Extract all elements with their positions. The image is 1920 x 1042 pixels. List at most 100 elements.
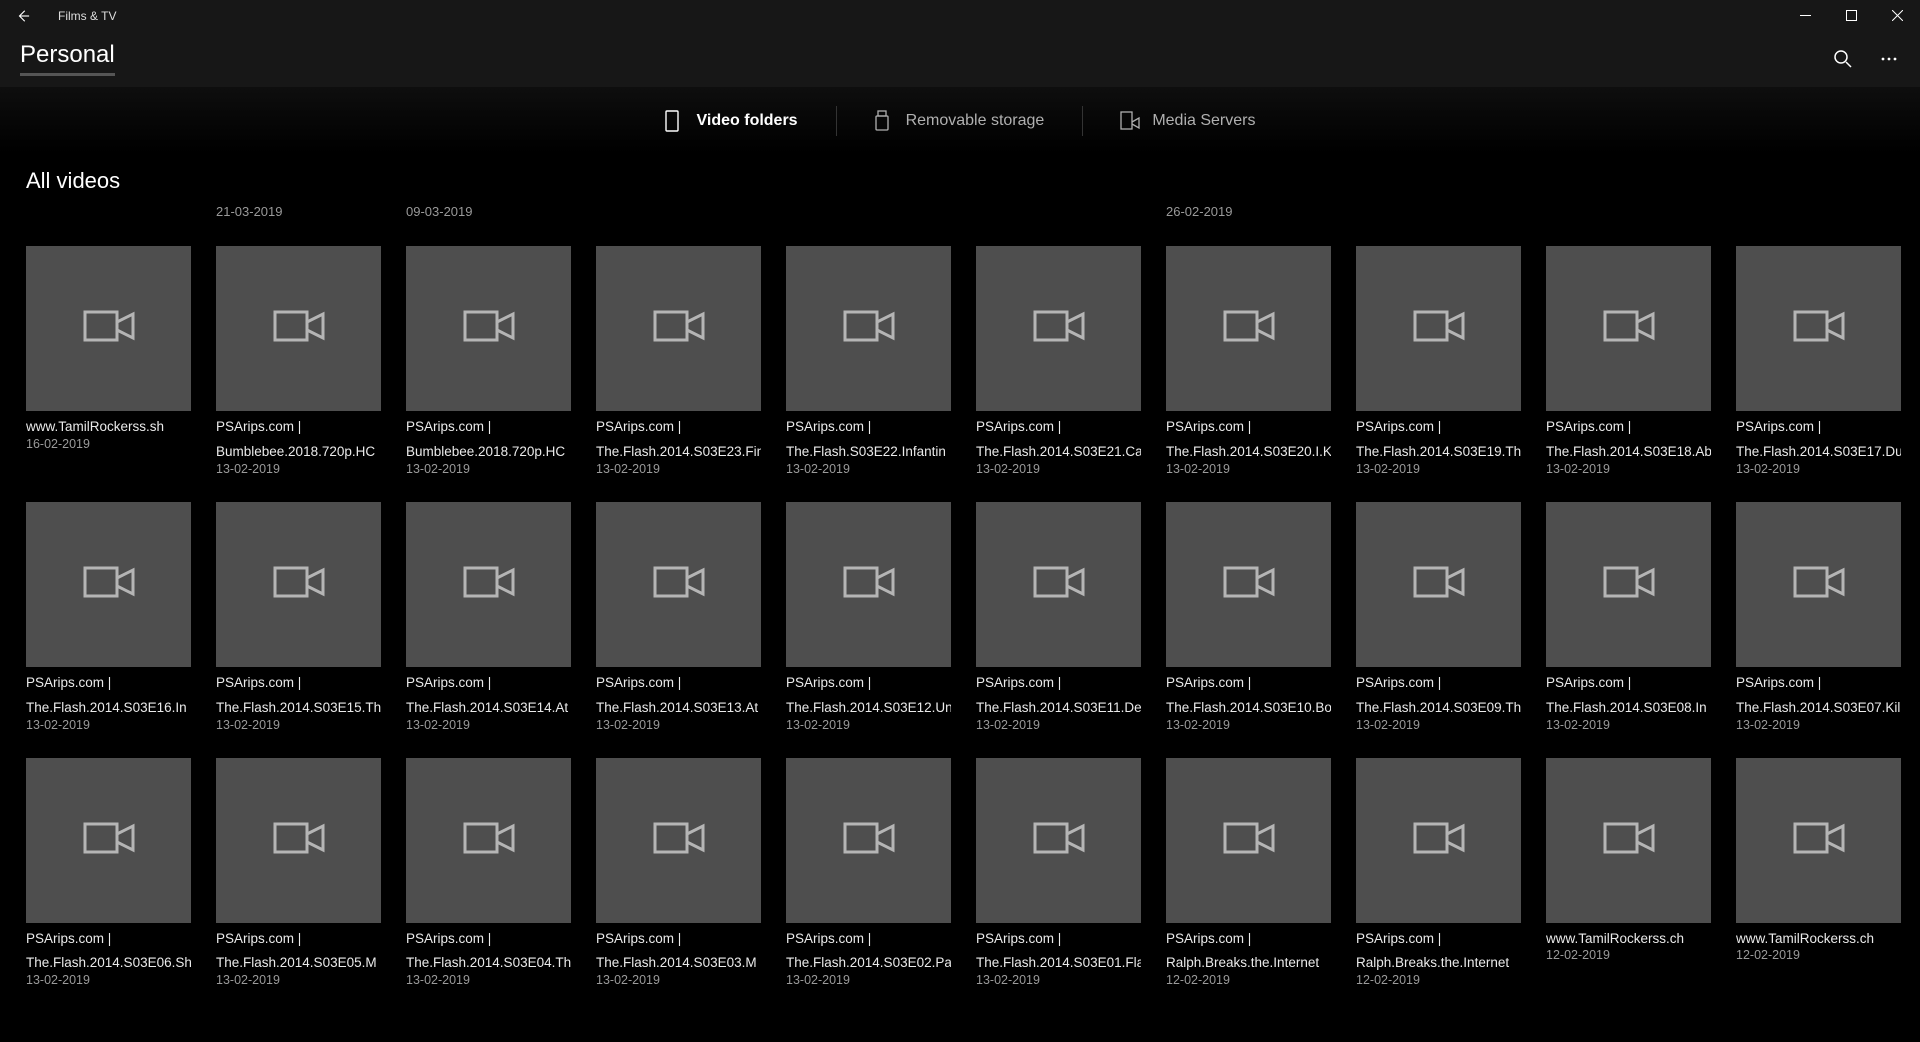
date-group-header[interactable]: 21-03-2019 xyxy=(216,202,381,220)
video-item[interactable]: PSArips.com |The.Flash.2014.S03E21.Ca13-… xyxy=(976,246,1141,476)
video-item[interactable]: PSArips.com |The.Flash.2014.S03E23.Fin13… xyxy=(596,246,761,476)
search-button[interactable] xyxy=(1832,48,1854,70)
more-button[interactable] xyxy=(1878,48,1900,70)
header-actions xyxy=(1832,48,1900,70)
search-icon xyxy=(1833,49,1853,69)
video-thumbnail[interactable] xyxy=(976,246,1141,411)
video-item[interactable]: PSArips.com |The.Flash.2014.S03E03.M13-0… xyxy=(596,758,761,988)
video-thumbnail[interactable] xyxy=(1166,246,1331,411)
video-item[interactable]: PSArips.com |The.Flash.2014.S03E20.I.K13… xyxy=(1166,246,1331,476)
video-item[interactable]: www.TamilRockerss.sh16-02-2019 xyxy=(26,246,191,476)
video-thumbnail[interactable] xyxy=(1166,502,1331,667)
video-thumbnail[interactable] xyxy=(596,758,761,923)
video-title-line1: PSArips.com | xyxy=(406,675,571,692)
video-placeholder-icon xyxy=(843,564,895,605)
date-group-header[interactable]: 26-02-2019 xyxy=(1166,202,1331,220)
video-thumbnail[interactable] xyxy=(216,246,381,411)
video-item[interactable]: PSArips.com |The.Flash.2014.S03E05.M13-0… xyxy=(216,758,381,988)
video-item[interactable]: PSArips.com |The.Flash.2014.S03E18.Ab13-… xyxy=(1546,246,1711,476)
back-button[interactable] xyxy=(4,0,42,31)
video-placeholder-icon xyxy=(1033,820,1085,861)
video-title-line2: Ralph.Breaks.the.Internet xyxy=(1166,955,1331,972)
video-item[interactable]: PSArips.com |Bumblebee.2018.720p.HC13-02… xyxy=(406,246,571,476)
video-date: 13-02-2019 xyxy=(1356,462,1521,476)
video-item[interactable]: PSArips.com |The.Flash.2014.S03E16.In13-… xyxy=(26,502,191,732)
date-group-header[interactable]: 09-03-2019 xyxy=(406,202,571,220)
video-thumbnail[interactable] xyxy=(596,502,761,667)
video-placeholder-icon xyxy=(1033,564,1085,605)
video-thumbnail[interactable] xyxy=(1356,758,1521,923)
video-thumbnail[interactable] xyxy=(1546,502,1711,667)
date-group-header[interactable] xyxy=(596,202,761,220)
video-thumbnail[interactable] xyxy=(216,502,381,667)
video-item[interactable]: PSArips.com |The.Flash.2014.S03E07.Kil13… xyxy=(1736,502,1901,732)
date-group-header[interactable] xyxy=(1356,202,1521,220)
video-thumbnail[interactable] xyxy=(596,246,761,411)
date-group-header[interactable] xyxy=(786,202,951,220)
tab-label: Removable storage xyxy=(906,112,1045,130)
video-item[interactable]: PSArips.com |The.Flash.2014.S03E10.Bo13-… xyxy=(1166,502,1331,732)
video-date: 13-02-2019 xyxy=(976,718,1141,732)
date-group-header[interactable] xyxy=(976,202,1141,220)
video-item[interactable]: PSArips.com |The.Flash.S03E22.Infantin13… xyxy=(786,246,951,476)
minimize-button[interactable] xyxy=(1782,0,1828,31)
video-thumbnail[interactable] xyxy=(786,758,951,923)
video-thumbnail[interactable] xyxy=(1736,246,1901,411)
video-title-line1: PSArips.com | xyxy=(786,419,951,436)
video-item[interactable]: PSArips.com |The.Flash.2014.S03E11.De13-… xyxy=(976,502,1141,732)
video-item[interactable]: PSArips.com |The.Flash.2014.S03E04.Th13-… xyxy=(406,758,571,988)
video-item[interactable]: PSArips.com |The.Flash.2014.S03E13.At13-… xyxy=(596,502,761,732)
video-item[interactable]: PSArips.com |The.Flash.2014.S03E02.Pa13-… xyxy=(786,758,951,988)
tab-video-folders[interactable]: Video folders xyxy=(627,100,836,142)
video-date: 13-02-2019 xyxy=(216,718,381,732)
video-thumbnail[interactable] xyxy=(26,246,191,411)
video-date: 13-02-2019 xyxy=(786,718,951,732)
video-date: 13-02-2019 xyxy=(406,973,571,987)
video-item[interactable]: PSArips.com |Bumblebee.2018.720p.HC13-02… xyxy=(216,246,381,476)
video-thumbnail[interactable] xyxy=(1166,758,1331,923)
close-button[interactable] xyxy=(1874,0,1920,31)
content-area[interactable]: All videos 21-03-201909-03-201926-02-201… xyxy=(0,154,1920,1042)
video-date: 13-02-2019 xyxy=(26,718,191,732)
video-item[interactable]: PSArips.com |The.Flash.2014.S03E08.In13-… xyxy=(1546,502,1711,732)
video-item[interactable]: PSArips.com |Ralph.Breaks.the.Internet12… xyxy=(1356,758,1521,988)
video-thumbnail[interactable] xyxy=(976,758,1141,923)
page-title[interactable]: Personal xyxy=(20,41,115,76)
video-placeholder-icon xyxy=(843,308,895,349)
video-item[interactable]: PSArips.com |The.Flash.2014.S03E15.Th13-… xyxy=(216,502,381,732)
video-item[interactable]: PSArips.com |Ralph.Breaks.the.Internet12… xyxy=(1166,758,1331,988)
tab-media-servers[interactable]: Media Servers xyxy=(1082,100,1293,142)
video-thumbnail[interactable] xyxy=(976,502,1141,667)
video-item[interactable]: PSArips.com |The.Flash.2014.S03E01.Fla13… xyxy=(976,758,1141,988)
video-thumbnail[interactable] xyxy=(1546,246,1711,411)
video-item[interactable]: PSArips.com |The.Flash.2014.S03E12.Un13-… xyxy=(786,502,951,732)
video-thumbnail[interactable] xyxy=(406,246,571,411)
video-item[interactable]: www.TamilRockerss.ch12-02-2019 xyxy=(1736,758,1901,988)
date-group-header[interactable] xyxy=(1546,202,1711,220)
video-placeholder-icon xyxy=(463,820,515,861)
tab-removable-storage[interactable]: Removable storage xyxy=(836,100,1083,142)
date-group-header[interactable] xyxy=(1736,202,1901,220)
video-item[interactable]: PSArips.com |The.Flash.2014.S03E14.At13-… xyxy=(406,502,571,732)
video-thumbnail[interactable] xyxy=(26,502,191,667)
video-thumbnail[interactable] xyxy=(786,502,951,667)
video-item[interactable]: PSArips.com |The.Flash.2014.S03E17.Du13-… xyxy=(1736,246,1901,476)
video-thumbnail[interactable] xyxy=(1546,758,1711,923)
video-thumbnail[interactable] xyxy=(406,502,571,667)
video-thumbnail[interactable] xyxy=(786,246,951,411)
video-thumbnail[interactable] xyxy=(1356,246,1521,411)
date-group-header[interactable] xyxy=(26,202,191,220)
video-thumbnail[interactable] xyxy=(406,758,571,923)
video-thumbnail[interactable] xyxy=(216,758,381,923)
video-thumbnail[interactable] xyxy=(1736,502,1901,667)
video-thumbnail[interactable] xyxy=(26,758,191,923)
video-item[interactable]: PSArips.com |The.Flash.2014.S03E19.Th13-… xyxy=(1356,246,1521,476)
video-item[interactable]: www.TamilRockerss.ch12-02-2019 xyxy=(1546,758,1711,988)
back-arrow-icon xyxy=(16,9,30,23)
video-thumbnail[interactable] xyxy=(1736,758,1901,923)
video-thumbnail[interactable] xyxy=(1356,502,1521,667)
close-icon xyxy=(1892,10,1903,21)
video-item[interactable]: PSArips.com |The.Flash.2014.S03E06.Sh13-… xyxy=(26,758,191,988)
maximize-button[interactable] xyxy=(1828,0,1874,31)
video-item[interactable]: PSArips.com |The.Flash.2014.S03E09.Th13-… xyxy=(1356,502,1521,732)
